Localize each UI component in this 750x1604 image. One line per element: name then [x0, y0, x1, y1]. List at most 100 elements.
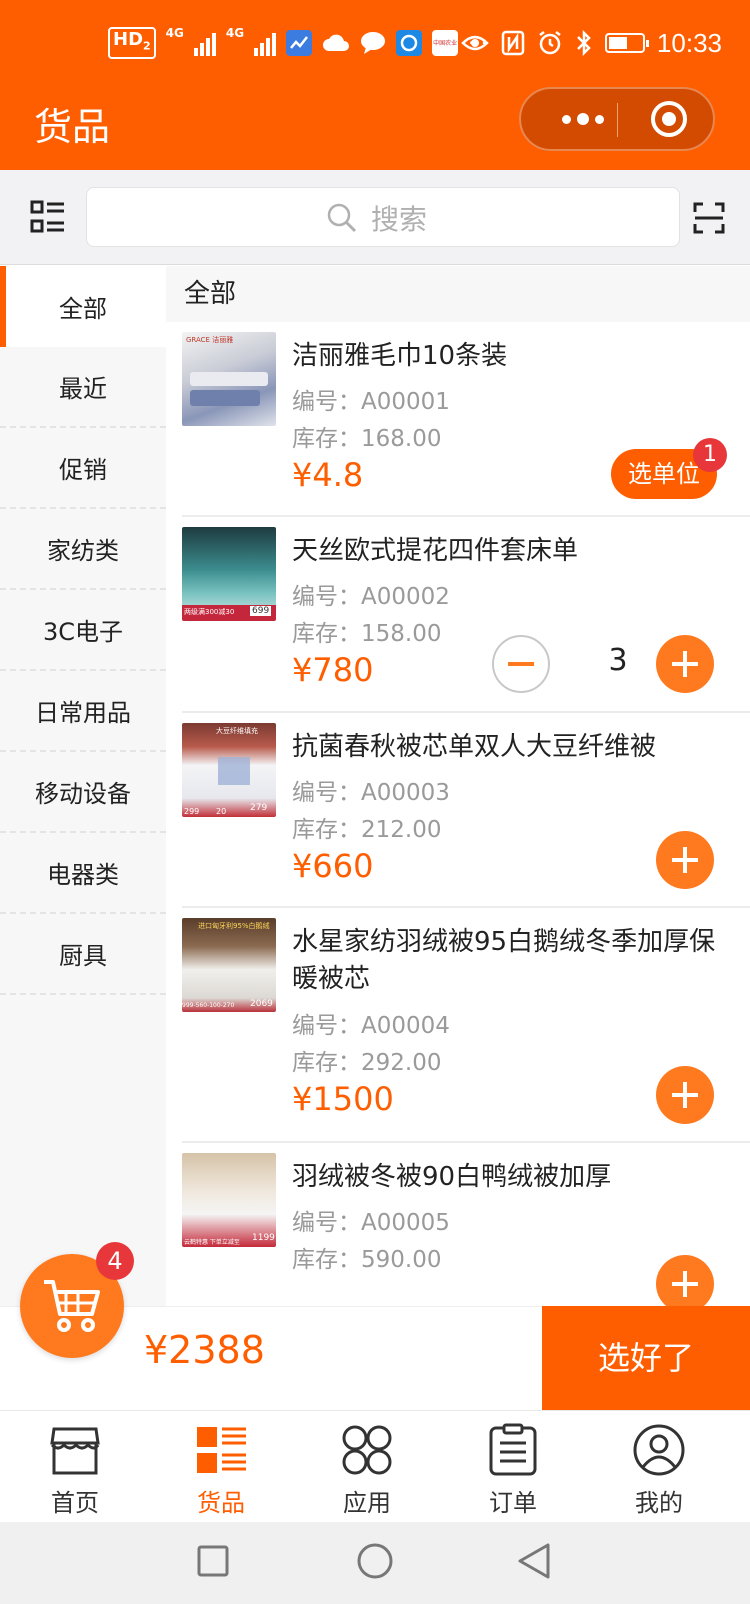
thumb-price: 699 [250, 606, 272, 616]
signal-icon-2 [254, 30, 277, 56]
add-to-cart-button[interactable] [656, 1255, 714, 1306]
order-icon [489, 1423, 537, 1476]
tab-home[interactable]: 首页 [0, 1411, 150, 1523]
thumb-price: 279 [250, 803, 268, 813]
scan-icon[interactable] [693, 202, 725, 234]
thumb-promo-text: 两级满300减30 [184, 608, 235, 616]
tab-orders[interactable]: 订单 [438, 1411, 588, 1523]
category-label: 移动设备 [35, 780, 131, 808]
category-label: 促销 [59, 456, 107, 484]
bank-app-icon: 中国农业 [432, 30, 459, 56]
tab-label: 订单 [489, 1489, 537, 1517]
product-code: 编号：A00001 [292, 389, 450, 415]
product-item[interactable]: 两级满300减30 699 天丝欧式提花四件套床单 编号：A00002 库存：1… [182, 517, 750, 713]
product-price: ¥4.8 [292, 456, 364, 494]
category-label: 全部 [59, 295, 107, 323]
category-3c-electronics[interactable]: 3C电子 [0, 590, 166, 671]
product-stock: 库存：158.00 [292, 621, 442, 647]
product-code: 编号：A00002 [292, 584, 450, 610]
category-label: 厨具 [59, 942, 107, 970]
category-all[interactable]: 全部 [0, 266, 166, 347]
product-item[interactable]: 进口匈牙利95%白鹅绒 999-560-100-270 2069 水星家纺羽绒被… [182, 908, 750, 1143]
cart-total: ¥2388 [144, 1328, 265, 1372]
thumb-original-price: 299 [184, 807, 200, 816]
product-image: 两级满300减30 699 [182, 527, 276, 621]
tab-apps[interactable]: 应用 [292, 1411, 442, 1523]
home-circle-icon[interactable] [356, 1542, 394, 1580]
category-recent[interactable]: 最近 [0, 347, 166, 428]
category-label: 家纺类 [47, 537, 119, 565]
close-target-icon[interactable] [651, 101, 687, 137]
product-image: 大豆纤维填充 299 20 279 [182, 723, 276, 817]
category-label: 电器类 [47, 861, 119, 889]
chart-app-icon [286, 30, 313, 56]
add-to-cart-button[interactable] [656, 831, 714, 889]
shopping-cart-icon [44, 1280, 100, 1332]
category-sidebar: 全部 最近 促销 家纺类 3C电子 日常用品 移动设备 电器类 厨具 [0, 266, 166, 1306]
checkout-button[interactable]: 选好了 [542, 1306, 750, 1410]
top-bar: HD2 4G 4G 中国农业 ··· 10:33 货品 [0, 0, 750, 170]
thumb-price: 2069 [250, 999, 273, 1009]
section-title: 全部 [166, 266, 750, 322]
thumb-discount: 20 [216, 807, 227, 816]
product-stock: 库存：590.00 [292, 1247, 442, 1273]
bottom-tab-bar: 首页 货品 应用 订单 我的 [0, 1410, 750, 1522]
product-image: 云鹤特惠 下单立减至 1199 [182, 1153, 276, 1247]
product-stock: 库存：168.00 [292, 426, 442, 452]
thumb-brand-text: GRACE 洁丽雅 [186, 336, 234, 344]
store-icon [50, 1427, 100, 1475]
category-promotion[interactable]: 促销 [0, 428, 166, 509]
product-code: 编号：A00004 [292, 1013, 450, 1039]
capsule-divider [617, 103, 618, 137]
increase-quantity-button[interactable] [656, 635, 714, 693]
product-item[interactable]: GRACE 洁丽雅 洁丽雅毛巾10条装 编号：A00001 库存：168.00 … [182, 322, 750, 517]
product-price: ¥780 [292, 651, 374, 689]
quantity-value: 3 [608, 643, 628, 678]
thumb-price-steps: 999-560-100-270 [182, 1002, 235, 1009]
recent-apps-icon[interactable] [196, 1544, 230, 1578]
product-item[interactable]: 大豆纤维填充 299 20 279 抗菌春秋被芯单双人大豆纤维被 编号：A000… [182, 713, 750, 908]
goods-icon [197, 1427, 246, 1473]
thumb-feature-text: 进口匈牙利95%白鹅绒 [198, 922, 270, 930]
tab-label: 首页 [51, 1489, 99, 1517]
tab-me[interactable]: 我的 [584, 1411, 734, 1523]
product-item[interactable]: 云鹤特惠 下单立减至 1199 羽绒被冬被90白鸭绒被加厚 编号：A00005 … [182, 1143, 750, 1306]
status-bar: HD2 4G 4G 中国农业 ··· 10:33 [0, 0, 750, 86]
search-input[interactable]: 搜索 [86, 187, 680, 247]
status-left-icons: HD2 4G 4G 中国农业 ··· [108, 26, 487, 60]
unit-count-badge: 1 [693, 438, 727, 472]
system-nav-bar [0, 1522, 750, 1604]
page-title: 货品 [34, 105, 111, 149]
category-appliances[interactable]: 电器类 [0, 833, 166, 914]
back-triangle-icon[interactable] [516, 1542, 552, 1580]
product-stock: 库存：292.00 [292, 1050, 442, 1076]
mini-program-capsule [519, 87, 715, 151]
decrease-quantity-button[interactable] [492, 635, 550, 693]
product-code: 编号：A00005 [292, 1210, 450, 1236]
product-name: 羽绒被冬被90白鸭绒被加厚 [292, 1162, 612, 1192]
network-type: 4G [165, 26, 184, 40]
user-icon [633, 1424, 685, 1476]
product-name: 洁丽雅毛巾10条装 [292, 341, 508, 371]
battery-icon [604, 33, 649, 53]
cloud-icon [323, 34, 350, 51]
eye-icon [461, 35, 489, 51]
tab-label: 货品 [197, 1489, 245, 1517]
product-name: 水星家纺羽绒被95白鹅绒冬季加厚保暖被芯 [292, 927, 716, 994]
status-time: 10:33 [656, 27, 722, 58]
category-daily-goods[interactable]: 日常用品 [0, 671, 166, 752]
category-kitchenware[interactable]: 厨具 [0, 914, 166, 995]
search-row: 搜索 [0, 170, 750, 265]
product-code: 编号：A00003 [292, 780, 450, 806]
category-home-textiles[interactable]: 家纺类 [0, 509, 166, 590]
tab-goods[interactable]: 货品 [146, 1411, 296, 1523]
category-mobile-devices[interactable]: 移动设备 [0, 752, 166, 833]
add-to-cart-button[interactable] [656, 1066, 714, 1124]
apps-icon [342, 1425, 392, 1475]
hd-indicator: HD2 [108, 26, 156, 60]
network-type-2: 4G [225, 26, 245, 40]
category-list-icon[interactable] [30, 200, 66, 234]
more-menu-icon[interactable] [547, 89, 619, 149]
category-label: 3C电子 [42, 618, 124, 646]
status-right-icons: 10:33 [461, 26, 722, 60]
